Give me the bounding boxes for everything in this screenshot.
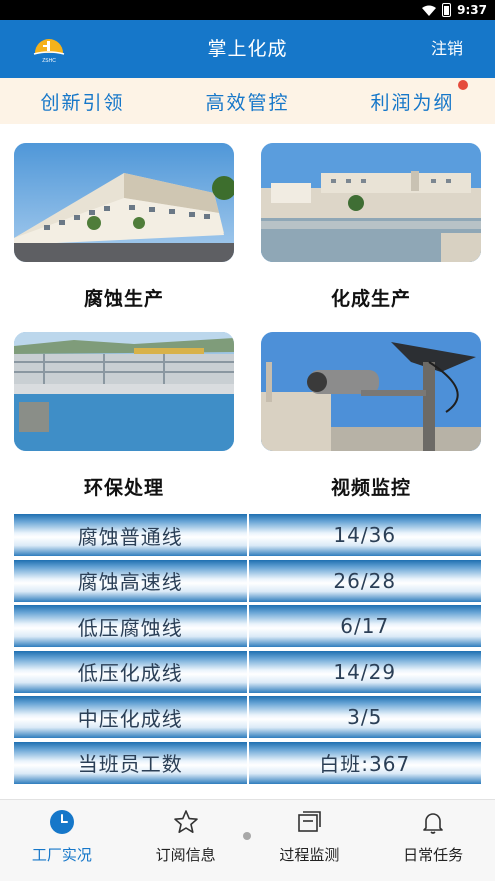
- table-row[interactable]: 低压腐蚀线 6/17: [14, 605, 481, 647]
- nav-label: 订阅信息: [155, 846, 216, 864]
- card-environmental-treatment[interactable]: 环保处理: [14, 332, 234, 500]
- table-row[interactable]: 腐蚀普通线 14/36: [14, 514, 481, 556]
- slogan-profit-label: 利润为纲: [370, 91, 455, 114]
- slogan-innovation: 创新引领: [40, 91, 125, 114]
- logout-button[interactable]: 注销: [431, 20, 463, 78]
- slogan-bar: 创新引领 高效管控 利润为纲: [0, 78, 495, 124]
- wifi-icon: [422, 5, 437, 16]
- line-value: 14/36: [248, 514, 481, 556]
- line-name: 腐蚀高速线: [14, 559, 247, 602]
- line-name: 当班员工数: [14, 741, 247, 784]
- table-row[interactable]: 腐蚀高速线 26/28: [14, 559, 481, 602]
- nav-process-monitoring[interactable]: 过程监测: [248, 800, 372, 881]
- line-value: 26/28: [248, 559, 481, 602]
- clock-icon: [49, 810, 74, 834]
- line-value: 14/29: [248, 650, 481, 693]
- notification-dot: [458, 79, 468, 90]
- status-icons: 9:37: [422, 2, 487, 18]
- status-time: 9:37: [457, 3, 487, 17]
- table-row[interactable]: 低压化成线 14/29: [14, 650, 481, 693]
- line-name: 腐蚀普通线: [14, 514, 247, 556]
- water-treatment-pool-image: [14, 332, 234, 451]
- plant-with-water-image: [261, 143, 481, 262]
- card-video-surveillance[interactable]: 视频监控: [261, 332, 481, 500]
- card-label: 视频监控: [330, 477, 411, 499]
- star-icon: [173, 810, 198, 834]
- line-name: 中压化成线: [14, 696, 247, 738]
- app-header: ZSHC 掌上化成 注销: [0, 20, 495, 78]
- card-label: 腐蚀生产: [83, 288, 164, 310]
- nav-label: 过程监测: [279, 846, 340, 864]
- page-title: 掌上化成: [207, 38, 288, 60]
- line-value: 6/17: [248, 605, 481, 647]
- nav-label: 日常任务: [403, 846, 464, 864]
- line-value: 3/5: [248, 696, 481, 738]
- production-lines-table: 腐蚀普通线 14/36 腐蚀高速线 26/28 低压腐蚀线 6/17 低压化成线…: [14, 514, 481, 787]
- line-value: 白班:367: [248, 741, 481, 784]
- home-indicator: [243, 832, 251, 840]
- line-name: 低压腐蚀线: [14, 605, 247, 647]
- slogan-efficiency: 高效管控: [205, 91, 290, 114]
- surveillance-camera-image: [261, 332, 481, 451]
- window-icon: [298, 811, 322, 832]
- factory-building-image: [14, 143, 234, 262]
- battery-icon: [442, 3, 452, 17]
- nav-factory-status[interactable]: 工厂实况: [0, 800, 124, 881]
- card-corrosion-production[interactable]: 腐蚀生产: [14, 143, 234, 311]
- card-label: 化成生产: [330, 288, 411, 310]
- nav-subscriptions[interactable]: 订阅信息: [124, 800, 248, 881]
- card-label: 环保处理: [83, 477, 164, 499]
- bottom-nav: 工厂实况 订阅信息 过程监测 日常任务: [0, 799, 495, 881]
- slogan-profit: 利润为纲: [330, 79, 495, 115]
- card-formation-production[interactable]: 化成生产: [261, 143, 481, 311]
- table-row[interactable]: 当班员工数 白班:367: [14, 741, 481, 784]
- bell-icon: [423, 813, 443, 834]
- status-bar: 9:37: [0, 0, 495, 20]
- nav-daily-tasks[interactable]: 日常任务: [371, 800, 495, 881]
- table-row[interactable]: 中压化成线 3/5: [14, 696, 481, 738]
- line-name: 低压化成线: [14, 650, 247, 693]
- nav-label: 工厂实况: [31, 846, 92, 864]
